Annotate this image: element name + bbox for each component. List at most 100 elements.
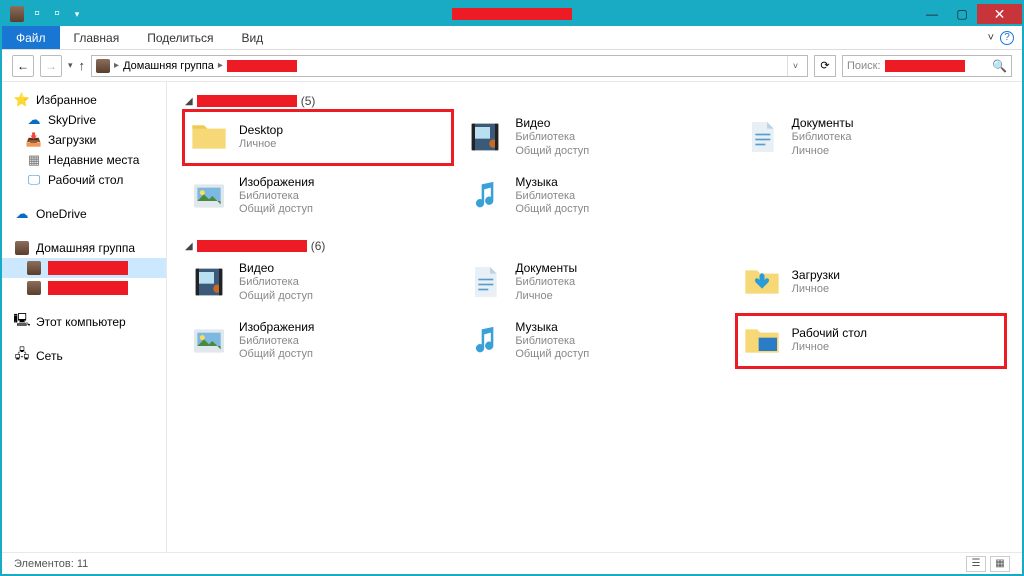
- video-icon: [465, 117, 505, 157]
- maximize-button[interactable]: ▢: [947, 4, 977, 24]
- doc-icon: [465, 262, 505, 302]
- view-details-icon[interactable]: ☰: [966, 556, 986, 572]
- sidebar-homegroup[interactable]: Домашняя группа: [2, 238, 166, 258]
- list-item[interactable]: ЗагрузкиЛичное: [738, 257, 1004, 308]
- status-item-count: Элементов: 11: [14, 558, 88, 570]
- list-item[interactable]: DesktopЛичное: [185, 112, 451, 163]
- item-subtitle: Личное: [792, 341, 867, 355]
- sidebar-favorites[interactable]: ⭐Избранное: [2, 90, 166, 110]
- video-icon: [189, 262, 229, 302]
- doc-icon: [742, 117, 782, 157]
- item-subtitle: Библиотека: [515, 190, 589, 204]
- item-access: Общий доступ: [515, 203, 589, 217]
- explorer-window: ▫ ▫ ▾ — ▢ ✕ Файл Главная Поделиться Вид …: [2, 2, 1022, 574]
- minimize-button[interactable]: —: [917, 4, 947, 24]
- recent-icon: ▦: [26, 152, 42, 168]
- search-input[interactable]: Поиск: 🔍: [842, 55, 1012, 77]
- titlebar: ▫ ▫ ▾ — ▢ ✕: [2, 2, 1022, 26]
- item-name: Видео: [515, 116, 589, 131]
- qat-icon-1[interactable]: ▫: [30, 7, 44, 21]
- back-button[interactable]: ←: [12, 55, 34, 77]
- computer-icon: 🖳: [14, 314, 30, 330]
- group-header-2[interactable]: ◢ (6): [185, 235, 1004, 257]
- address-bar[interactable]: ▸ Домашняя группа ▸ ˅: [91, 55, 808, 77]
- group-1-items: DesktopЛичноеВидеоБиблиотекаОбщий доступ…: [185, 112, 1004, 221]
- close-button[interactable]: ✕: [977, 4, 1022, 24]
- item-subtitle: Библиотека: [792, 131, 854, 145]
- item-subtitle: Библиотека: [515, 276, 577, 290]
- list-item[interactable]: ИзображенияБиблиотекаОбщий доступ: [185, 171, 451, 222]
- list-item[interactable]: ВидеоБиблиотекаОбщий доступ: [185, 257, 451, 308]
- address-toolbar: ← → ▾ ↑ ▸ Домашняя группа ▸ ˅ ⟳ Поиск: 🔍: [2, 50, 1022, 82]
- tab-view[interactable]: Вид: [227, 26, 277, 49]
- list-item[interactable]: ВидеоБиблиотекаОбщий доступ: [461, 112, 727, 163]
- up-button[interactable]: ↑: [79, 58, 86, 73]
- chevron-right-icon: ▸: [114, 60, 119, 71]
- sidebar-user-1[interactable]: [2, 258, 166, 278]
- list-item[interactable]: МузыкаБиблиотекаОбщий доступ: [461, 171, 727, 222]
- search-icon[interactable]: 🔍: [992, 59, 1007, 73]
- list-item[interactable]: ДокументыБиблиотекаЛичное: [738, 112, 1004, 163]
- item-access: Личное: [515, 290, 577, 304]
- sidebar-user-2[interactable]: [2, 278, 166, 298]
- list-item[interactable]: ДокументыБиблиотекаЛичное: [461, 257, 727, 308]
- item-name: Видео: [239, 261, 313, 276]
- group-2-name-redacted: [197, 240, 307, 252]
- sidebar-onedrive[interactable]: ☁OneDrive: [2, 204, 166, 224]
- qat-dropdown-icon[interactable]: ▾: [70, 7, 84, 21]
- item-subtitle: Библиотека: [515, 131, 589, 145]
- collapse-icon[interactable]: ◢: [185, 241, 193, 252]
- refresh-button[interactable]: ⟳: [814, 55, 836, 77]
- sidebar-user-2-redacted: [48, 281, 128, 295]
- tab-share[interactable]: Поделиться: [133, 26, 227, 49]
- list-item[interactable]: Рабочий столЛичное: [738, 316, 1004, 367]
- forward-button[interactable]: →: [40, 55, 62, 77]
- sidebar-user-1-redacted: [48, 261, 128, 275]
- item-name: Документы: [792, 116, 854, 131]
- image-icon: [189, 176, 229, 216]
- ribbon-expand-icon[interactable]: ˅: [988, 32, 994, 44]
- sidebar-desktop[interactable]: 🖵Рабочий стол: [2, 170, 166, 190]
- group-1-name-redacted: [197, 95, 297, 107]
- tab-file[interactable]: Файл: [2, 26, 60, 49]
- breadcrumb-seg-1[interactable]: Домашняя группа: [123, 60, 214, 72]
- desktop-icon: 🖵: [26, 172, 42, 188]
- sidebar-skydrive[interactable]: ☁SkyDrive: [2, 110, 166, 130]
- item-name: Документы: [515, 261, 577, 276]
- view-thumbnails-icon[interactable]: ▦: [990, 556, 1010, 572]
- download-icon: 📥: [26, 132, 42, 148]
- group-2-count: (6): [311, 239, 326, 253]
- breadcrumb-icon: [96, 59, 110, 73]
- sidebar-downloads[interactable]: 📥Загрузки: [2, 130, 166, 150]
- network-icon: 🖧: [14, 348, 30, 364]
- sidebar-recent[interactable]: ▦Недавние места: [2, 150, 166, 170]
- item-access: Личное: [792, 145, 854, 159]
- item-name: Изображения: [239, 175, 314, 190]
- window-controls: — ▢ ✕: [917, 4, 1022, 24]
- item-access: Общий доступ: [239, 348, 314, 362]
- sidebar-thispc[interactable]: 🖳Этот компьютер: [2, 312, 166, 332]
- ribbon-tabs: Файл Главная Поделиться Вид ˅ ?: [2, 26, 1022, 50]
- collapse-icon[interactable]: ◢: [185, 96, 193, 107]
- chevron-right-icon: ▸: [218, 60, 223, 71]
- address-dropdown-icon[interactable]: ˅: [787, 56, 803, 76]
- history-dropdown-icon[interactable]: ▾: [68, 60, 73, 71]
- list-item[interactable]: МузыкаБиблиотекаОбщий доступ: [461, 316, 727, 367]
- cloud-icon: ☁: [26, 112, 42, 128]
- group-header-1[interactable]: ◢ (5): [185, 90, 1004, 112]
- homegroup-icon: [10, 7, 24, 21]
- qat-icon-2[interactable]: ▫: [50, 7, 64, 21]
- sidebar-network[interactable]: 🖧Сеть: [2, 346, 166, 366]
- item-subtitle: Библиотека: [239, 276, 313, 290]
- status-bar: Элементов: 11 ☰ ▦: [2, 552, 1022, 574]
- help-icon[interactable]: ?: [1000, 31, 1014, 45]
- music-icon: [465, 321, 505, 361]
- folder-blue-icon: [742, 321, 782, 361]
- download-icon: [742, 262, 782, 302]
- list-item[interactable]: ИзображенияБиблиотекаОбщий доступ: [185, 316, 451, 367]
- breadcrumb-seg-2-redacted[interactable]: [227, 60, 297, 72]
- star-icon: ⭐: [14, 92, 30, 108]
- tab-home[interactable]: Главная: [60, 26, 134, 49]
- avatar-icon: [26, 280, 42, 296]
- item-subtitle: Личное: [792, 283, 840, 297]
